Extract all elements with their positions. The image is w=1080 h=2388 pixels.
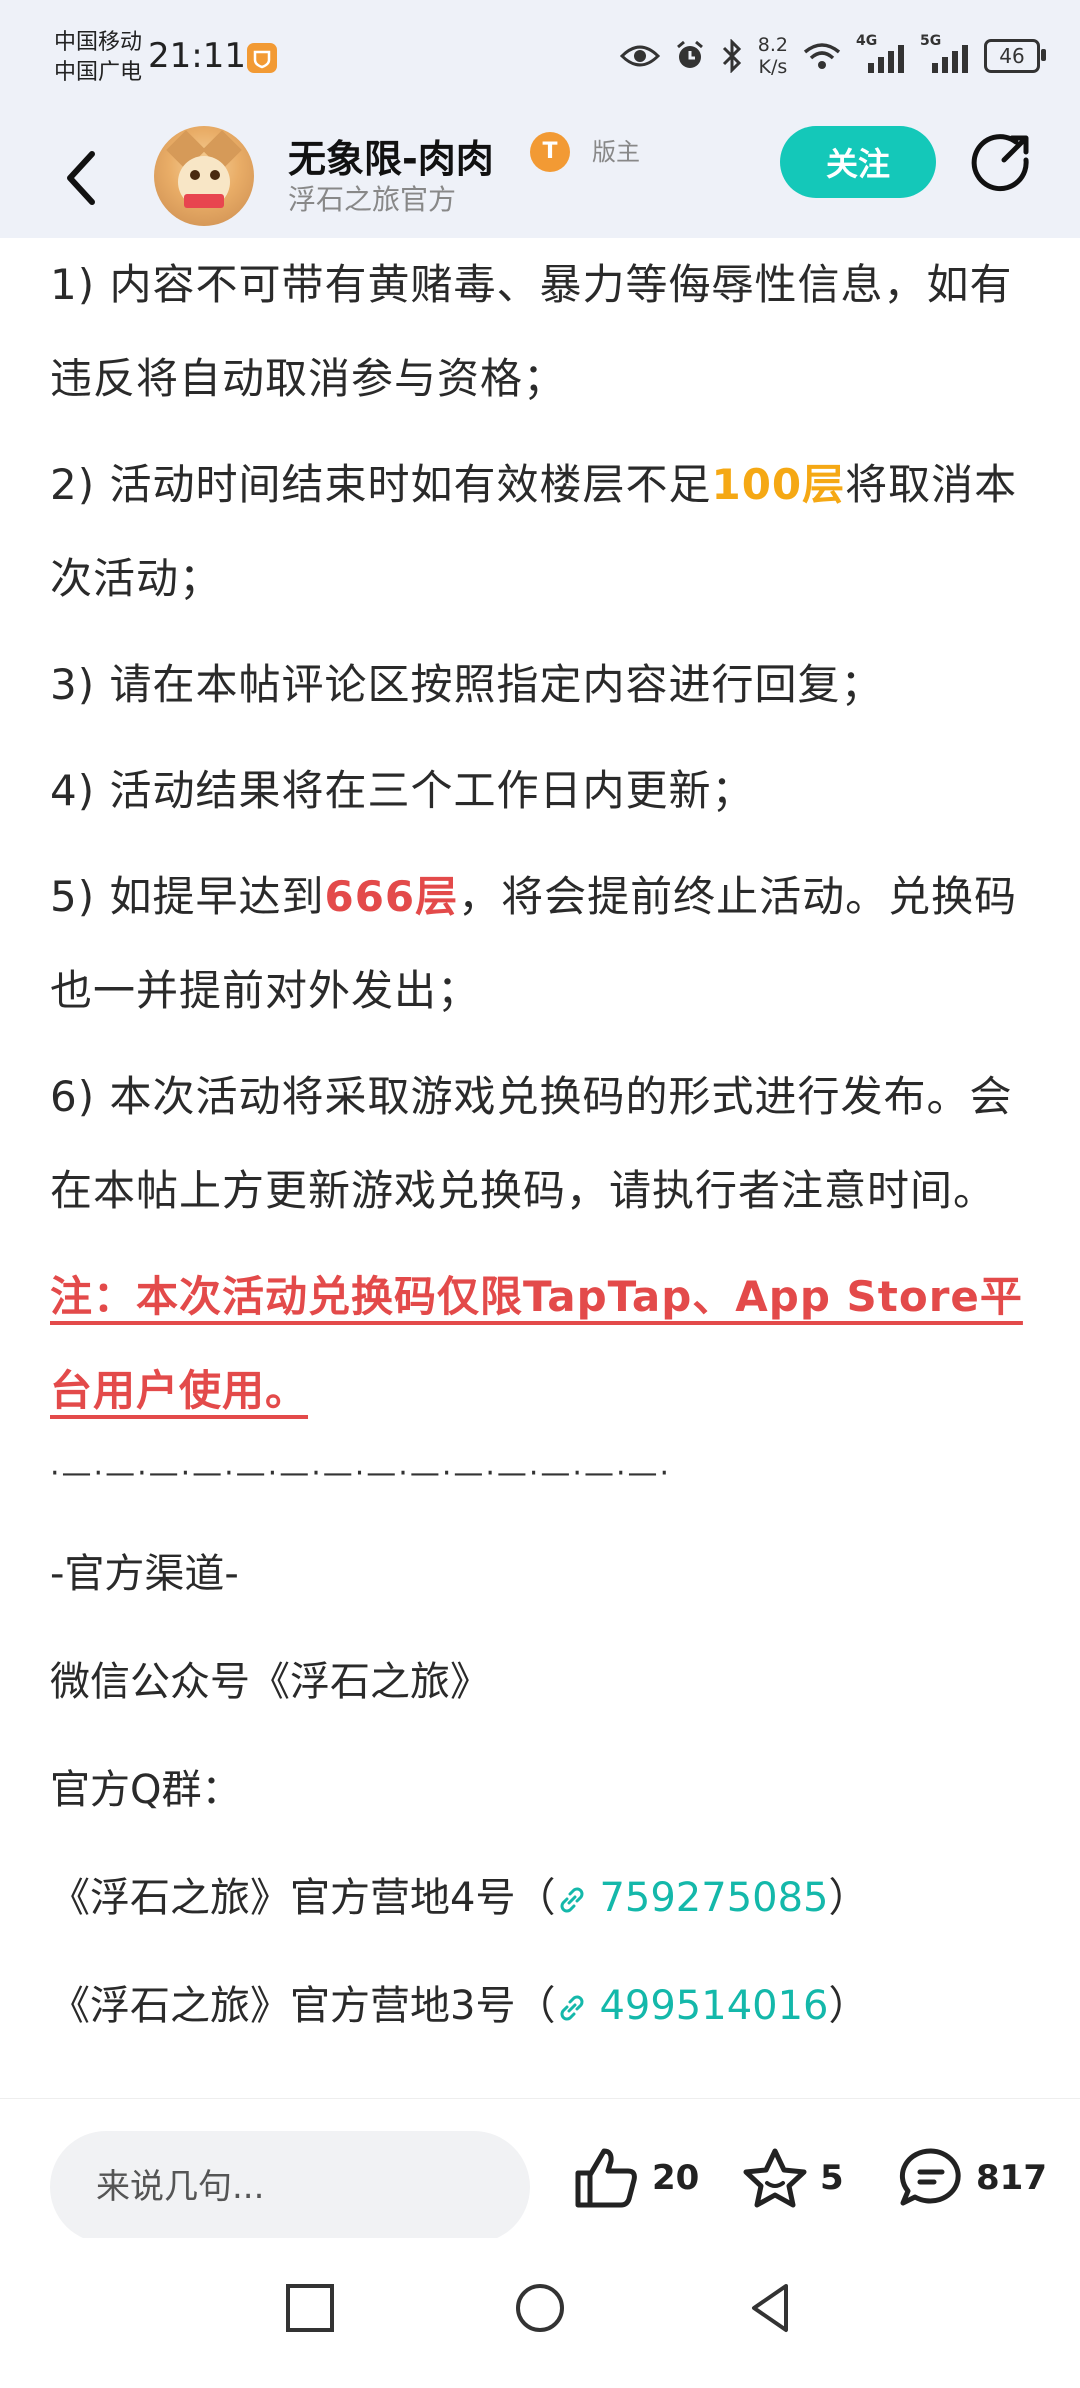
- comment-input[interactable]: [50, 2131, 530, 2243]
- chevron-left-icon[interactable]: [56, 140, 106, 216]
- bluetooth-icon: [722, 39, 741, 73]
- app-notification-icon: [247, 43, 277, 73]
- qq-group-3-link[interactable]: 499514016: [599, 1983, 828, 2029]
- favorite-button[interactable]: 5: [742, 2147, 844, 2209]
- highlight-100: 100层: [711, 460, 846, 509]
- link-icon: [560, 1995, 584, 2021]
- rule-2: 2) 活动时间结束时如有效楼层不足100层将取消本次活动；: [50, 460, 1018, 603]
- qq-group-3: 《浮石之旅》官方营地3号（ 499514016）: [50, 1983, 869, 2029]
- divider: ·—·—·—·—·—·—·—·—·—·—·—·—·—·—·: [50, 1456, 672, 1491]
- rule-4: 4) 活动结果将在三个工作日内更新；: [50, 766, 755, 815]
- channel-title: -官方渠道-: [50, 1551, 239, 1597]
- signal-5g-icon: 5G: [920, 33, 970, 73]
- status-time: 21:11: [148, 36, 246, 76]
- follow-button[interactable]: 关注: [780, 126, 936, 198]
- qq-group-label: 官方Q群：: [50, 1767, 242, 1813]
- home-icon[interactable]: [512, 2280, 568, 2336]
- comment-icon: [899, 2148, 961, 2206]
- carrier-info: 中国移动 中国广电: [54, 28, 142, 88]
- username[interactable]: 无象限-肉肉: [288, 128, 494, 183]
- qq-group-4-link[interactable]: 759275085: [599, 1875, 828, 1921]
- post-header: 无象限-肉肉 T 版主 浮石之旅官方 关注: [0, 118, 1080, 238]
- rule-1: 1) 内容不可带有黄赌毒、暴力等侮辱性信息，如有违反将自动取消参与资格；: [50, 260, 1013, 403]
- star-icon: [743, 2148, 807, 2208]
- comment-button[interactable]: 817: [898, 2147, 1047, 2209]
- rule-5: 5) 如提早达到666层，将会提前终止活动。兑换码也一并提前对外发出；: [50, 872, 1018, 1015]
- level-badge: T: [530, 132, 570, 172]
- eye-icon: [619, 45, 660, 67]
- status-bar: 中国移动 中国广电 21:11 8.2 K/s 4G 5G 46: [0, 0, 1080, 118]
- like-count: 20: [652, 2158, 700, 2198]
- user-subtitle: 浮石之旅官方: [288, 183, 457, 216]
- link-icon: [560, 1887, 584, 1913]
- post-content: 1) 内容不可带有黄赌毒、暴力等侮辱性信息，如有违反将自动取消参与资格； 2) …: [0, 238, 1080, 2098]
- signal-4g-icon: 4G: [856, 33, 906, 73]
- alarm-icon: [676, 40, 703, 68]
- favorite-count: 5: [820, 2158, 844, 2198]
- highlight-666: 666层: [324, 872, 459, 921]
- share-icon[interactable]: [970, 130, 1034, 194]
- role-label: 版主: [592, 138, 640, 166]
- status-icons: 8.2 K/s 4G 5G 46: [619, 33, 1046, 78]
- rule-3: 3) 请在本帖评论区按照指定内容进行回复；: [50, 660, 884, 709]
- recent-apps-icon[interactable]: [282, 2280, 338, 2336]
- comment-count: 817: [976, 2158, 1047, 2198]
- rule-6: 6) 本次活动将采取游戏兑换码的形式进行发布。会在本帖上方更新游戏兑换码，请执行…: [50, 1072, 1013, 1215]
- avatar[interactable]: [154, 126, 254, 226]
- wifi-icon: [803, 43, 841, 69]
- wechat-account: 微信公众号《浮石之旅》: [50, 1659, 490, 1705]
- battery-icon: 46: [984, 39, 1046, 73]
- bottom-action-bar: 20 5 817: [0, 2098, 1080, 2243]
- system-nav-bar: [0, 2238, 1080, 2388]
- thumb-up-icon: [575, 2148, 637, 2208]
- back-nav-icon[interactable]: [742, 2280, 798, 2336]
- like-button[interactable]: 20: [574, 2147, 699, 2209]
- qq-group-4: 《浮石之旅》官方营地4号（ 759275085）: [50, 1875, 869, 1921]
- platform-note: 注：本次活动兑换码仅限TapTap、App Store平台用户使用。: [50, 1272, 1023, 1415]
- net-speed: 8.2 K/s: [757, 34, 788, 78]
- carrier-1: 中国移动: [54, 30, 143, 55]
- carrier-2: 中国广电: [54, 60, 143, 85]
